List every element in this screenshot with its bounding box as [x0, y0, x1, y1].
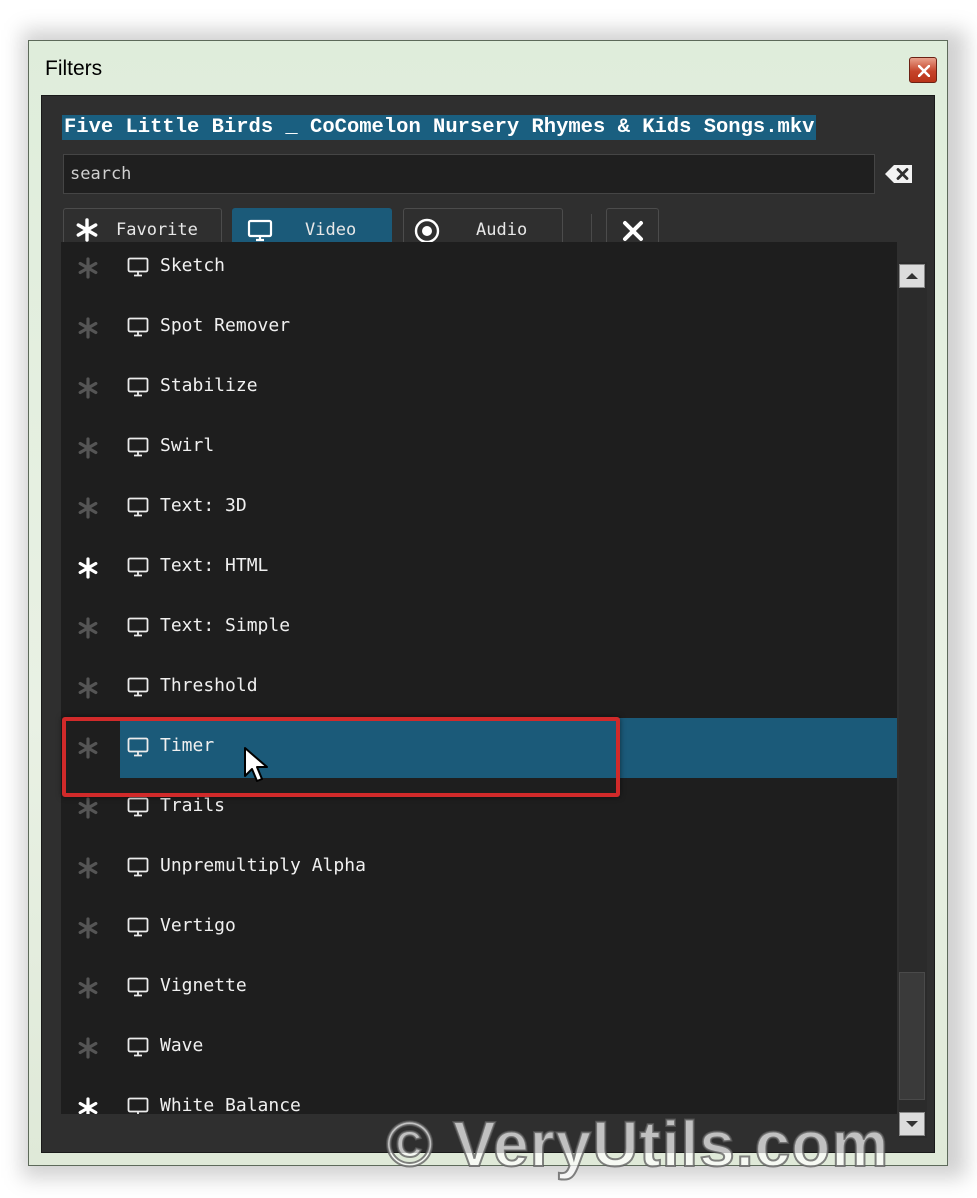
filter-list-item[interactable]: Wave — [61, 1018, 897, 1078]
favorite-star-icon[interactable] — [77, 677, 99, 699]
favorite-star-icon[interactable] — [77, 437, 99, 459]
monitor-icon — [127, 437, 149, 457]
title-bar[interactable]: Filters — [29, 41, 947, 93]
monitor-icon — [127, 1097, 149, 1114]
close-icon — [918, 65, 930, 77]
favorite-star-icon[interactable] — [77, 1097, 99, 1114]
highlight-annotation — [62, 717, 620, 797]
monitor-icon — [127, 617, 149, 637]
favorite-star-icon[interactable] — [77, 557, 99, 579]
monitor-icon — [127, 257, 149, 277]
favorite-star-icon[interactable] — [77, 317, 99, 339]
filter-list-item[interactable]: Text: HTML — [61, 538, 897, 598]
filter-name: Trails — [160, 795, 226, 816]
filter-name: Swirl — [160, 435, 215, 456]
filter-list-item[interactable]: Text: Simple — [61, 598, 897, 658]
filter-name: Stabilize — [160, 375, 258, 396]
favorite-star-icon[interactable] — [77, 977, 99, 999]
filter-name: Vignette — [160, 975, 247, 996]
filter-list-item[interactable]: Threshold — [61, 658, 897, 718]
favorite-star-icon[interactable] — [77, 497, 99, 519]
monitor-icon — [127, 377, 149, 397]
watermark: © VeryUtils.com — [385, 1107, 890, 1181]
filter-list-item[interactable]: Swirl — [61, 418, 897, 478]
filter-name: Unpremultiply Alpha — [160, 855, 366, 876]
monitor-icon — [127, 317, 149, 337]
monitor-icon — [127, 797, 149, 817]
tab-audio-label: Audio — [476, 220, 528, 240]
speaker-icon — [414, 218, 440, 244]
monitor-icon — [127, 917, 149, 937]
monitor-icon — [127, 677, 149, 697]
filter-name: Spot Remover — [160, 315, 291, 336]
monitor-icon — [127, 557, 149, 577]
filter-list-item[interactable]: Vertigo — [61, 898, 897, 958]
filter-name: Vertigo — [160, 915, 236, 936]
list-scrollbar[interactable] — [899, 262, 927, 1138]
filter-name: Text: HTML — [160, 555, 269, 576]
mouse-cursor-icon — [244, 747, 268, 782]
filter-name: Threshold — [160, 675, 258, 696]
clear-search-button[interactable] — [882, 160, 916, 188]
backspace-icon — [885, 165, 912, 183]
monitor-icon — [127, 977, 149, 997]
filter-name: White Balance — [160, 1095, 301, 1114]
search-input[interactable] — [63, 154, 875, 194]
scroll-up-button[interactable] — [899, 264, 925, 288]
monitor-icon — [127, 497, 149, 517]
filter-name: Text: Simple — [160, 615, 291, 636]
favorite-star-icon[interactable] — [77, 377, 99, 399]
filter-list-item[interactable]: Spot Remover — [61, 298, 897, 358]
window-title: Filters — [45, 57, 103, 80]
monitor-icon — [247, 219, 273, 242]
filter-name: Wave — [160, 1035, 204, 1056]
tab-video-label: Video — [305, 220, 357, 240]
favorite-star-icon[interactable] — [77, 1037, 99, 1059]
filter-name: Text: 3D — [160, 495, 247, 516]
filter-list-item[interactable]: Unpremultiply Alpha — [61, 838, 897, 898]
filter-list[interactable]: Sketch Spot Remover Stabilize Swirl Text: 3D… — [61, 242, 897, 1114]
favorite-star-icon[interactable] — [77, 797, 99, 819]
scroll-thumb[interactable] — [899, 972, 925, 1100]
close-button[interactable] — [909, 57, 937, 83]
arrow-up-icon — [906, 273, 918, 279]
favorite-star-icon[interactable] — [77, 917, 99, 939]
monitor-icon — [127, 1037, 149, 1057]
arrow-down-icon — [906, 1121, 918, 1127]
file-name: Five Little Birds _ CoComelon Nursery Rh… — [62, 115, 817, 140]
filter-list-item[interactable]: Vignette — [61, 958, 897, 1018]
filter-list-item[interactable]: Text: 3D — [61, 478, 897, 538]
filter-list-item[interactable]: Stabilize — [61, 358, 897, 418]
close-x-icon — [623, 221, 643, 241]
asterisk-icon — [76, 218, 98, 242]
favorite-star-icon[interactable] — [77, 857, 99, 879]
favorite-star-icon[interactable] — [77, 257, 99, 279]
tab-favorite-label: Favorite — [116, 220, 198, 240]
favorite-star-icon[interactable] — [77, 617, 99, 639]
filter-list-item[interactable]: Sketch — [61, 242, 897, 298]
filter-name: Sketch — [160, 255, 226, 276]
monitor-icon — [127, 857, 149, 877]
scroll-down-button[interactable] — [899, 1112, 925, 1136]
